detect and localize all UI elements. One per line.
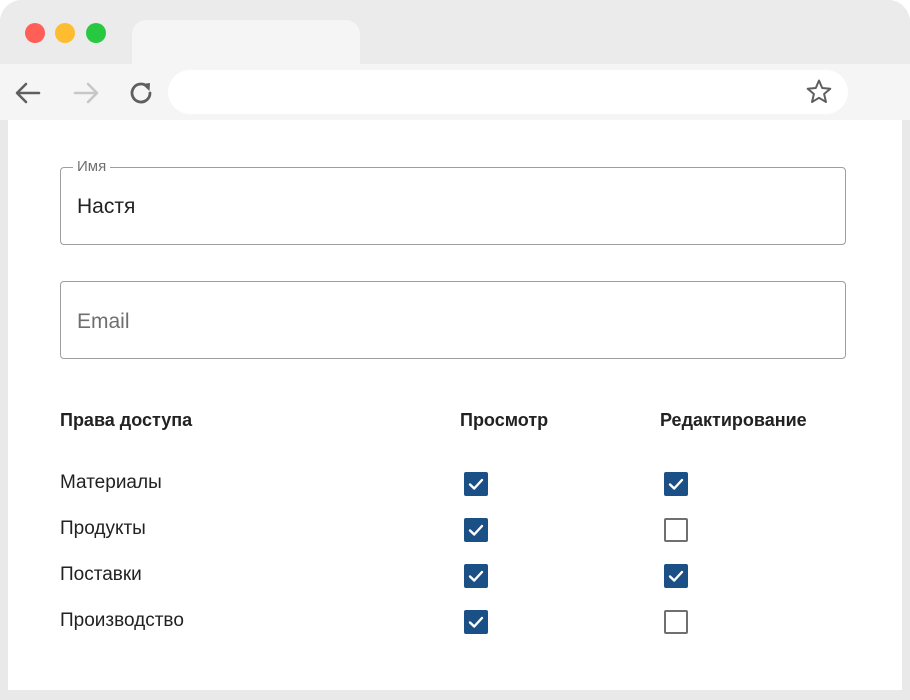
permission-row-label: Продукты: [60, 518, 146, 539]
view-checkbox-supplies[interactable]: [464, 564, 488, 588]
view-checkbox-production[interactable]: [464, 610, 488, 634]
email-field-placeholder: Email: [77, 310, 130, 333]
edit-checkbox-materials[interactable]: [664, 472, 688, 496]
reload-icon[interactable]: [126, 78, 156, 108]
edit-checkbox-products[interactable]: [664, 518, 688, 542]
edit-checkbox-supplies[interactable]: [664, 564, 688, 588]
star-icon[interactable]: [804, 77, 834, 107]
email-field[interactable]: Email: [60, 281, 846, 359]
maximize-window-button[interactable]: [86, 23, 106, 43]
permissions-header: Права доступа: [60, 410, 193, 430]
permission-row-label: Материалы: [60, 472, 162, 493]
view-checkbox-materials[interactable]: [464, 472, 488, 496]
browser-tab[interactable]: [132, 20, 360, 68]
edit-checkbox-production[interactable]: [664, 610, 688, 634]
view-checkbox-products[interactable]: [464, 518, 488, 542]
arrow-right-icon[interactable]: [71, 78, 101, 108]
permission-row-label: Поставки: [60, 564, 142, 585]
permission-row-label: Производство: [60, 610, 184, 631]
minimize-window-button[interactable]: [55, 23, 75, 43]
view-column-header: Просмотр: [460, 410, 549, 430]
address-bar[interactable]: [168, 70, 848, 114]
browser-window: Имя Настя Email Права доступа Просмотр Р…: [0, 0, 910, 700]
name-field-value: Настя: [77, 195, 136, 218]
page-content: Имя Настя Email Права доступа Просмотр Р…: [8, 120, 902, 690]
title-bar: [0, 0, 910, 68]
edit-column-header: Редактирование: [660, 410, 807, 430]
arrow-left-icon[interactable]: [13, 78, 43, 108]
close-window-button[interactable]: [25, 23, 45, 43]
name-field-label: Имя: [73, 158, 111, 175]
name-field[interactable]: Имя Настя: [60, 158, 846, 245]
